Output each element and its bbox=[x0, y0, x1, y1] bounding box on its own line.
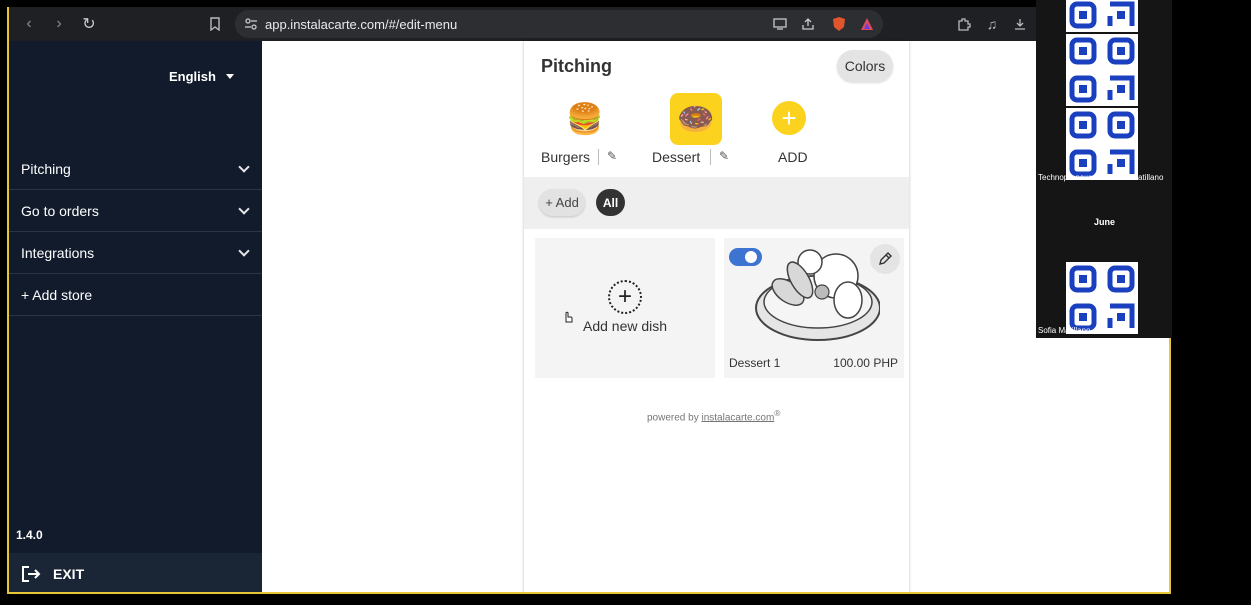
category-burgers[interactable]: 🍔 Burgers ✎ bbox=[534, 91, 644, 169]
registered-mark: ® bbox=[774, 408, 781, 418]
plus-icon: + bbox=[772, 101, 806, 135]
powered-prefix: powered by bbox=[647, 412, 699, 424]
mouse-cursor-icon bbox=[565, 311, 573, 323]
media-icon[interactable]: ♫ bbox=[983, 15, 1001, 33]
participant-name-2: June bbox=[1094, 217, 1116, 227]
burger-icon: 🍔 bbox=[566, 102, 604, 136]
add-filter-chip[interactable]: + Add bbox=[539, 189, 585, 216]
pencil-icon bbox=[879, 252, 892, 265]
add-category-label: ADD bbox=[778, 149, 808, 165]
edit-dish-button[interactable] bbox=[870, 244, 900, 274]
store-title: Pitching bbox=[541, 56, 612, 76]
chevron-down-icon bbox=[238, 244, 250, 257]
shared-screen: ‹ › ↻ app.instalacarte.com/#/edit-menu ♫… bbox=[7, 7, 1171, 594]
powered-by-footer: powered by instalacarte.com® bbox=[647, 408, 780, 423]
address-bar[interactable]: app.instalacarte.com/#/edit-menu bbox=[235, 10, 883, 38]
add-circle-icon: + bbox=[608, 280, 642, 314]
add-new-dish-card[interactable]: + Add new dish bbox=[535, 238, 715, 378]
dish-plate-image bbox=[755, 249, 880, 341]
stage: ‹ › ↻ app.instalacarte.com/#/edit-menu ♫… bbox=[0, 0, 1251, 605]
colors-button[interactable]: Colors bbox=[837, 50, 893, 82]
chevron-down-icon bbox=[238, 160, 250, 173]
edit-category-icon[interactable]: ✎ bbox=[719, 149, 729, 163]
add-dish-label: Add new dish bbox=[583, 318, 668, 334]
dish-enabled-toggle[interactable] bbox=[729, 248, 762, 266]
sidebar-item-label: Pitching bbox=[21, 160, 71, 177]
sidebar-item-integrations[interactable]: Integrations bbox=[9, 232, 262, 274]
language-selector[interactable]: English bbox=[169, 69, 234, 84]
edit-category-icon[interactable]: ✎ bbox=[607, 149, 617, 163]
app-sidebar: English Pitching Go to orders Integratio… bbox=[9, 41, 262, 592]
participant-name-1: Technopraneur - Silvestre Matillano bbox=[1038, 173, 1164, 182]
donut-icon: 🍩 bbox=[670, 93, 722, 145]
sidebar-item-go-to-orders[interactable]: Go to orders bbox=[9, 190, 262, 232]
category-divider bbox=[710, 149, 711, 165]
reload-icon[interactable]: ↻ bbox=[75, 10, 103, 38]
extensions-icon[interactable] bbox=[955, 15, 973, 33]
exit-label: EXIT bbox=[53, 565, 85, 582]
category-label: Burgers bbox=[541, 149, 591, 165]
browser-toolbar: ‹ › ↻ app.instalacarte.com/#/edit-menu ♫ bbox=[9, 7, 1169, 41]
site-settings-icon[interactable] bbox=[243, 16, 259, 32]
filter-bar: + Add All bbox=[524, 177, 909, 229]
add-category-button[interactable]: + ADD bbox=[748, 91, 858, 169]
chevron-down-icon bbox=[238, 202, 250, 215]
category-divider bbox=[598, 149, 599, 165]
menu-preview: Pitching Colors 🍔 Burgers ✎ 🍩 Dessert ✎ … bbox=[524, 41, 909, 592]
brave-rewards-icon[interactable] bbox=[858, 15, 876, 33]
participant-avatar-3[interactable] bbox=[1066, 262, 1138, 334]
forward-icon[interactable]: › bbox=[45, 10, 73, 38]
exit-button[interactable]: EXIT bbox=[9, 553, 262, 592]
participant-avatar-1b bbox=[1066, 34, 1138, 106]
powered-link[interactable]: instalacarte.com bbox=[701, 412, 774, 423]
sidebar-item-label: Go to orders bbox=[21, 202, 99, 219]
category-dessert[interactable]: 🍩 Dessert ✎ bbox=[645, 91, 755, 169]
share-icon[interactable] bbox=[799, 15, 817, 33]
caret-down-icon bbox=[225, 74, 234, 79]
toggle-knob bbox=[745, 251, 757, 263]
sidebar-item-pitching[interactable]: Pitching bbox=[9, 148, 262, 190]
dish-price: 100.00 PHP bbox=[833, 356, 898, 370]
sidebar-item-add-store[interactable]: + Add store bbox=[9, 274, 262, 316]
participant-avatar-1[interactable] bbox=[1066, 0, 1138, 32]
url-text: app.instalacarte.com/#/edit-menu bbox=[265, 16, 458, 32]
dish-card[interactable]: Dessert 1 100.00 PHP bbox=[724, 238, 904, 378]
dish-name: Dessert 1 bbox=[729, 356, 781, 370]
all-filter-chip[interactable]: All bbox=[596, 189, 625, 216]
cast-icon[interactable] bbox=[771, 15, 789, 33]
sidebar-item-label: Integrations bbox=[21, 244, 95, 261]
app-version: 1.4.0 bbox=[16, 528, 43, 542]
category-label: Dessert bbox=[652, 149, 701, 165]
back-icon[interactable]: ‹ bbox=[15, 10, 43, 38]
main-area: Pitching Colors 🍔 Burgers ✎ 🍩 Dessert ✎ … bbox=[262, 41, 1169, 592]
participant-name-3: Sofia Matillano bbox=[1038, 326, 1091, 335]
brave-shield-icon[interactable] bbox=[830, 15, 848, 33]
participant-strip: Technopraneur - Silvestre Matillano June… bbox=[1036, 0, 1172, 338]
download-icon[interactable] bbox=[1011, 15, 1029, 33]
language-label: English bbox=[169, 69, 216, 84]
bookmark-icon[interactable] bbox=[206, 15, 224, 33]
sidebar-item-label: + Add store bbox=[21, 286, 93, 303]
participant-avatar-1c bbox=[1066, 108, 1138, 180]
exit-icon bbox=[22, 565, 41, 582]
